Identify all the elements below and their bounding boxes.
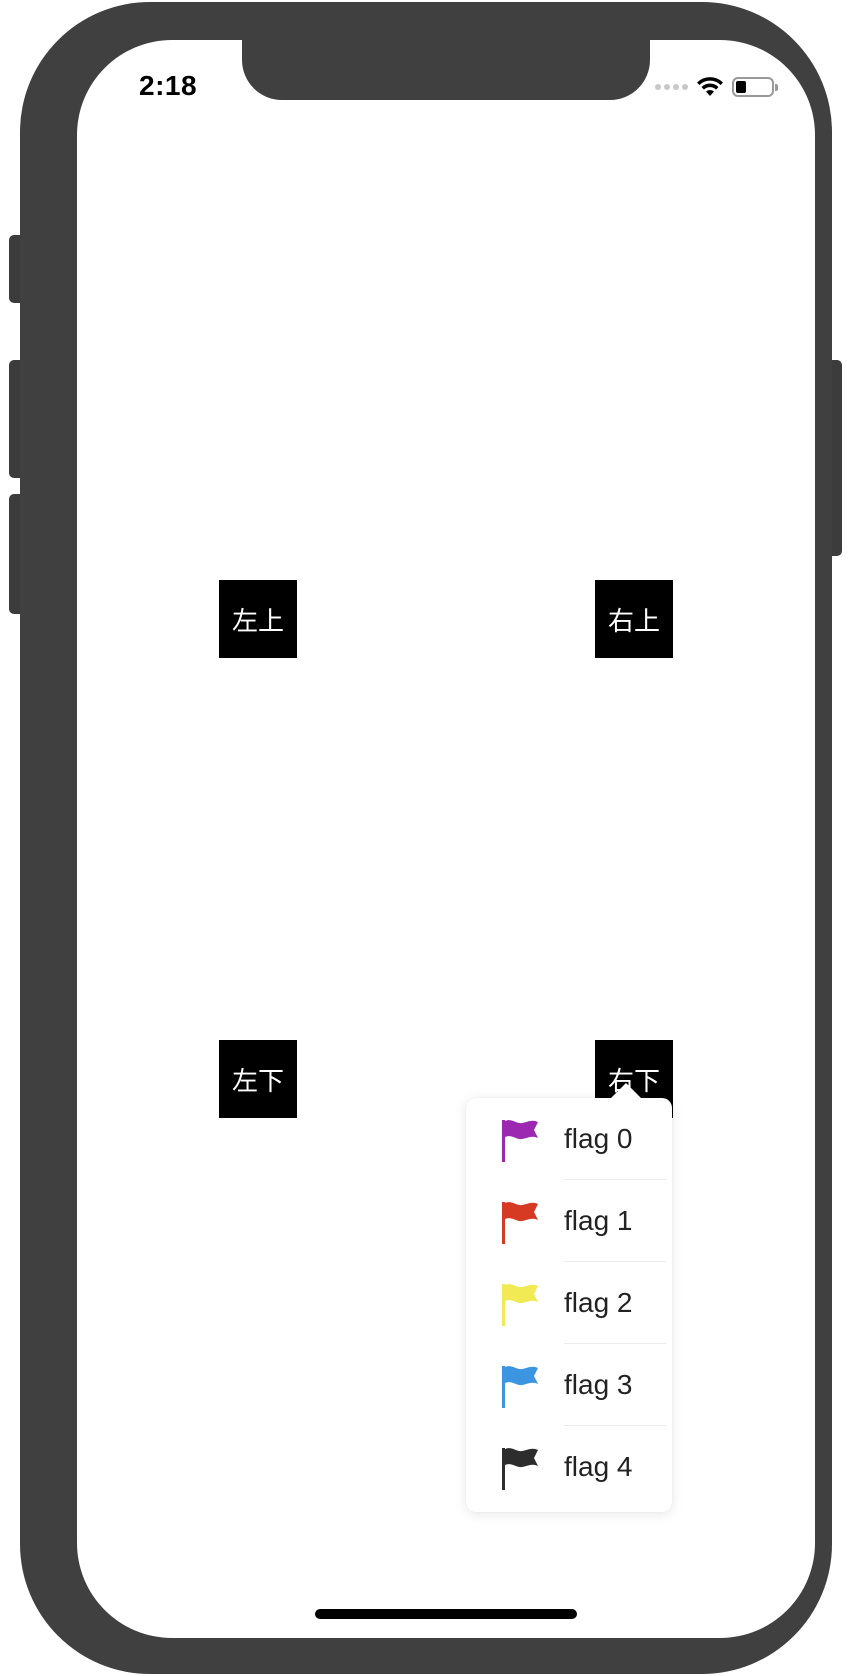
wifi-icon: [697, 77, 723, 96]
flag-icon: [502, 1448, 538, 1490]
status-time: 2:18: [139, 70, 198, 101]
flag-icon: [502, 1202, 538, 1244]
menu-item-flag-1[interactable]: flag 1: [466, 1180, 672, 1262]
flag-icon: [502, 1284, 538, 1326]
status-indicators: [655, 74, 778, 100]
cellular-signal-icon: [655, 84, 688, 90]
menu-item-label: flag 2: [564, 1287, 633, 1318]
menu-item-flag-3[interactable]: flag 3: [466, 1344, 672, 1426]
battery-level: [736, 81, 746, 93]
menu-item-flag-0[interactable]: flag 0: [466, 1098, 672, 1180]
bottom-left-button[interactable]: 左下: [219, 1040, 297, 1118]
notch: [242, 40, 650, 100]
flag-icon: [502, 1366, 538, 1408]
popover-arrow: [610, 1083, 642, 1099]
flag-icon: [502, 1120, 538, 1162]
menu-item-label: flag 0: [564, 1123, 633, 1154]
battery-icon: [732, 77, 778, 97]
menu-item-flag-4[interactable]: flag 4: [466, 1426, 672, 1508]
app-screen: 2:18 左上 右上 左下 右下 flag 0 flag 1 flag 2 fl…: [77, 40, 815, 1638]
home-indicator[interactable]: [315, 1609, 577, 1619]
menu-item-label: flag 1: [564, 1205, 633, 1236]
popover-menu: flag 0 flag 1 flag 2 flag 3 flag 4: [466, 1083, 672, 1512]
phone-frame: 2:18 左上 右上 左下 右下 flag 0 flag 1 flag 2 fl…: [20, 2, 832, 1674]
top-right-button[interactable]: 右上: [595, 580, 673, 658]
menu-item-label: flag 4: [564, 1451, 633, 1482]
top-left-button[interactable]: 左上: [219, 580, 297, 658]
device-mockup: 2:18 左上 右上 左下 右下 flag 0 flag 1 flag 2 fl…: [0, 0, 852, 1676]
menu-item-label: flag 3: [564, 1369, 633, 1400]
menu-item-flag-2[interactable]: flag 2: [466, 1262, 672, 1344]
